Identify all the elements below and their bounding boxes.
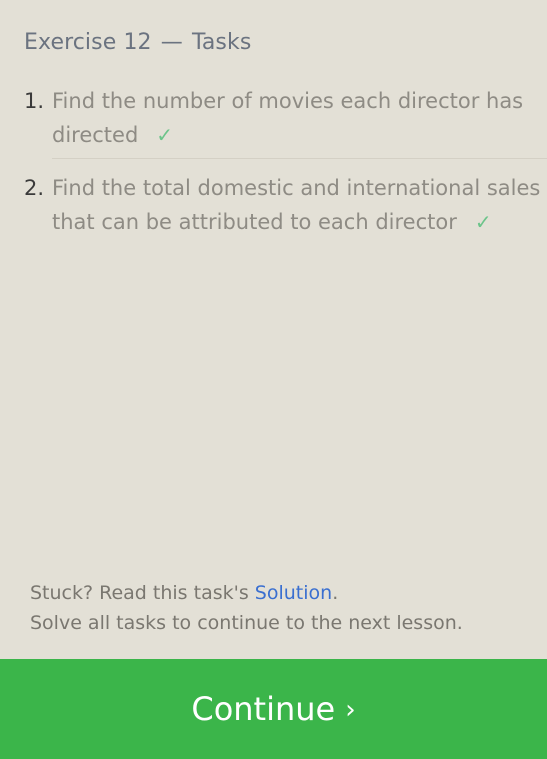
checkmark-icon: ✓ [474,210,492,234]
task-text: Find the total domestic and internationa… [52,176,541,234]
checkmark-icon: ✓ [156,123,174,147]
continue-label: Continue [191,690,336,728]
task-item: 2. Find the total domestic and internati… [24,171,547,241]
exercise-label: Exercise 12 [24,30,152,55]
task-text-container: Find the number of movies each director … [52,84,547,159]
task-list: 1. Find the number of movies each direct… [24,84,547,241]
chevron-right-icon: › [345,695,356,725]
continue-button[interactable]: Continue › [0,659,547,759]
task-item: 1. Find the number of movies each direct… [24,84,547,159]
task-number: 2. [24,176,45,200]
task-number: 1. [24,89,45,113]
stuck-prefix: Stuck? Read this task's [30,582,255,604]
footer-help: Stuck? Read this task's Solution. Solve … [30,578,463,638]
stuck-suffix: . [332,582,339,604]
tasks-panel: Exercise 12 — Tasks 1. Find the number o… [0,0,547,759]
section-label: Tasks [191,30,252,55]
stuck-line: Stuck? Read this task's Solution. [30,578,463,608]
title-separator: — [160,30,183,55]
task-text: Find the number of movies each director … [52,89,524,147]
solution-link[interactable]: Solution [255,582,332,604]
instruction-text: Solve all tasks to continue to the next … [30,612,463,634]
task-text-container: Find the total domestic and internationa… [52,171,547,241]
page-title: Exercise 12 — Tasks [24,30,251,55]
